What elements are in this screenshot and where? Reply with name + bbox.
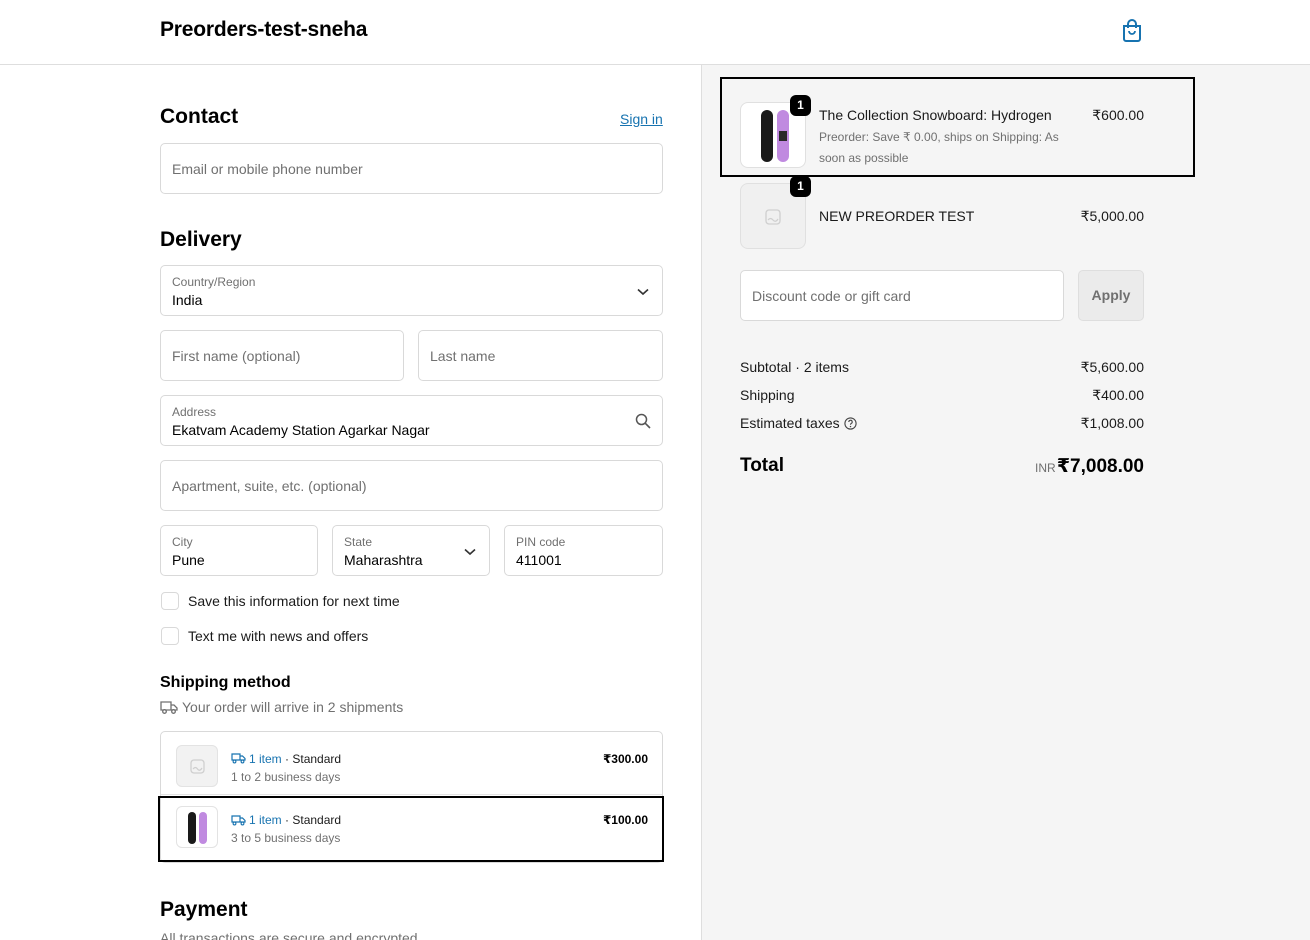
- last-name-placeholder: Last name: [430, 347, 496, 364]
- apartment-field[interactable]: Apartment, suite, etc. (optional): [160, 460, 663, 511]
- shipping-items: 1 item · Standard: [249, 813, 341, 827]
- shipping-item-count[interactable]: 1 item: [249, 752, 282, 766]
- shop-name[interactable]: Preorders-test-sneha: [160, 18, 367, 42]
- first-name-placeholder: First name (optional): [172, 347, 301, 364]
- email-field[interactable]: Email or mobile phone number: [160, 143, 663, 194]
- shipments-note: Your order will arrive in 2 shipments: [182, 699, 404, 715]
- country-value: India: [172, 292, 203, 308]
- taxes-value: ₹1,008.00: [1080, 415, 1144, 431]
- shipping-row[interactable]: 1 item · Standard 3 to 5 business days ₹…: [161, 795, 662, 856]
- subtotal-value: ₹5,600.00: [1080, 359, 1144, 375]
- delivery-heading: Delivery: [160, 228, 242, 251]
- product-title: NEW PREORDER TEST: [819, 208, 975, 224]
- discount-placeholder: Discount code or gift card: [752, 287, 911, 304]
- payment-heading: Payment: [160, 898, 248, 921]
- taxes-label: Estimated taxes: [740, 415, 840, 431]
- pin-code-label: PIN code: [516, 535, 566, 549]
- separator: ·: [281, 752, 293, 766]
- shipping-method-name: Standard: [292, 813, 342, 827]
- address-field[interactable]: Address Ekatvam Academy Station Agarkar …: [160, 395, 663, 446]
- pin-code-value: 411001: [516, 552, 562, 568]
- chevron-down-icon: [464, 548, 476, 556]
- delivery-estimate: 3 to 5 business days: [231, 831, 341, 845]
- chevron-down-icon: [637, 288, 649, 296]
- separator: ·: [281, 813, 293, 827]
- discount-code-field[interactable]: Discount code or gift card: [740, 270, 1064, 321]
- pin-code-field[interactable]: PIN code 411001: [504, 525, 663, 576]
- shipping-value: ₹400.00: [1092, 387, 1144, 403]
- shipping-price: ₹300.00: [602, 752, 648, 766]
- shipping-method-heading: Shipping method: [160, 674, 291, 691]
- truck-icon: [160, 701, 178, 714]
- country-label: Country/Region: [172, 275, 256, 289]
- city-value: Pune: [172, 552, 205, 568]
- save-info-checkbox[interactable]: [161, 592, 179, 610]
- country-select[interactable]: Country/Region India: [160, 265, 663, 316]
- total-label: Total: [740, 455, 784, 476]
- product-price: ₹600.00: [1092, 107, 1144, 123]
- payment-note: All transactions are secure and encrypte…: [160, 930, 422, 940]
- subtotal-label: Subtotal · 2 items: [740, 359, 849, 375]
- currency-code: INR: [1035, 461, 1056, 475]
- quantity-badge: 1: [790, 176, 811, 197]
- state-label: State: [344, 535, 373, 549]
- product-title: The Collection Snowboard: Hydrogen: [819, 107, 1052, 123]
- city-field[interactable]: City Pune: [160, 525, 318, 576]
- truck-icon: [231, 753, 246, 764]
- email-placeholder: Email or mobile phone number: [172, 160, 363, 177]
- product-thumbnail: [176, 745, 218, 787]
- last-name-field[interactable]: Last name: [418, 330, 663, 381]
- product-thumbnail: [176, 806, 218, 848]
- state-value: Maharashtra: [344, 552, 423, 568]
- city-label: City: [172, 535, 193, 549]
- truck-icon: [231, 815, 246, 826]
- shipping-price: ₹100.00: [602, 813, 648, 827]
- search-icon[interactable]: [635, 413, 651, 429]
- state-select[interactable]: State Maharashtra: [332, 525, 490, 576]
- shipping-items: 1 item · Standard: [249, 752, 341, 766]
- quantity-badge: 1: [790, 95, 811, 116]
- snowboard-image: [761, 110, 789, 162]
- contact-heading: Contact: [160, 105, 239, 128]
- product-thumbnail: 1: [740, 176, 811, 249]
- shipping-method-name: Standard: [292, 752, 342, 766]
- shipping-item-count[interactable]: 1 item: [249, 813, 282, 827]
- save-info-label[interactable]: Save this information for next time: [188, 593, 400, 609]
- first-name-field[interactable]: First name (optional): [160, 330, 404, 381]
- shipping-options: 1 item · Standard 1 to 2 business days ₹…: [160, 731, 663, 863]
- product-subtitle: Preorder: Save ₹ 0.00, ships on Shipping…: [819, 130, 1059, 165]
- apartment-placeholder: Apartment, suite, etc. (optional): [172, 477, 367, 494]
- shopping-bag-icon[interactable]: [1121, 19, 1143, 43]
- address-label: Address: [172, 405, 217, 419]
- total-value: ₹7,008.00: [1056, 456, 1144, 477]
- help-icon[interactable]: [844, 417, 857, 430]
- sign-in-link[interactable]: Sign in: [620, 111, 663, 127]
- product-price: ₹5,000.00: [1080, 208, 1144, 224]
- text-me-checkbox[interactable]: [161, 627, 179, 645]
- address-value: Ekatvam Academy Station Agarkar Nagar: [172, 422, 430, 438]
- header: Preorders-test-sneha: [0, 0, 1310, 65]
- apply-button[interactable]: Apply: [1078, 270, 1144, 321]
- image-placeholder-icon: [765, 209, 781, 225]
- shipping-row[interactable]: 1 item · Standard 1 to 2 business days ₹…: [161, 732, 662, 793]
- product-thumbnail: 1: [740, 95, 811, 168]
- delivery-estimate: 1 to 2 business days: [231, 770, 341, 784]
- snowboard-image: [188, 812, 207, 844]
- text-me-label[interactable]: Text me with news and offers: [188, 628, 368, 644]
- shipping-label: Shipping: [740, 387, 795, 403]
- image-placeholder-icon: [190, 759, 205, 774]
